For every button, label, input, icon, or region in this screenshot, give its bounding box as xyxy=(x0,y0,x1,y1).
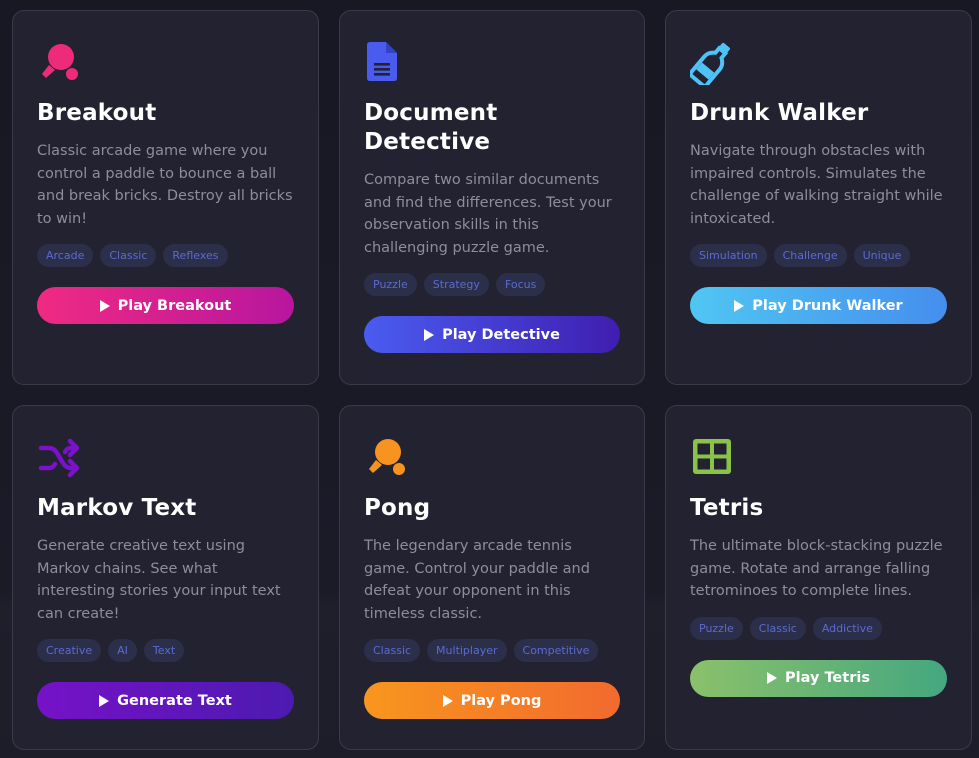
tag: Challenge xyxy=(773,244,847,267)
card-title: Pong xyxy=(364,495,431,521)
game-card-drunk-walker: Drunk Walker Navigate through obstacles … xyxy=(665,10,972,385)
play-icon xyxy=(442,694,453,707)
card-description: The legendary arcade tennis game. Contro… xyxy=(364,538,590,622)
tag: Multiplayer xyxy=(427,639,507,662)
card-title: Drunk Walker xyxy=(690,100,869,126)
play-drunk-walker-button[interactable]: Play Drunk Walker xyxy=(690,287,947,324)
generate-text-button[interactable]: Generate Text xyxy=(37,682,294,719)
tag: AI xyxy=(108,639,137,662)
play-breakout-button[interactable]: Play Breakout xyxy=(37,287,294,324)
game-card-document-detective: Document Detective Compare two similar d… xyxy=(339,10,645,385)
ping-pong-icon xyxy=(42,44,78,80)
document-icon xyxy=(367,42,397,81)
tag-list: Arcade Classic Reflexes xyxy=(37,244,294,267)
shuffle-icon xyxy=(38,438,80,478)
tag: Arcade xyxy=(37,244,94,267)
tag: Focus xyxy=(495,273,546,296)
card-description: The ultimate block-stacking puzzle game.… xyxy=(690,538,943,599)
tag: Classic xyxy=(364,639,421,662)
tag: Competitive xyxy=(513,639,599,662)
tag: Addictive xyxy=(812,616,882,640)
tag: Unique xyxy=(853,244,911,267)
play-detective-button[interactable]: Play Detective xyxy=(364,316,620,353)
tag-list: Puzzle Strategy Focus xyxy=(364,273,620,296)
play-icon xyxy=(767,672,778,684)
play-tetris-button[interactable]: Play Tetris xyxy=(690,659,947,697)
button-label: Play Drunk Walker xyxy=(752,297,903,314)
bottle-icon xyxy=(690,42,731,85)
game-card-pong: Pong The legendary arcade tennis game. C… xyxy=(339,405,645,750)
card-title: Markov Text xyxy=(37,495,197,521)
tag: Classic xyxy=(100,244,157,267)
tag: Puzzle xyxy=(690,616,743,640)
tag: Classic xyxy=(749,616,806,640)
tag: Simulation xyxy=(690,244,767,267)
play-icon xyxy=(99,299,110,312)
card-description: Navigate through obstacles with impaired… xyxy=(690,143,943,227)
tag: Reflexes xyxy=(163,244,228,267)
tag: Text xyxy=(143,639,185,662)
card-description: Compare two similar documents and find t… xyxy=(364,172,612,256)
play-icon xyxy=(734,299,745,312)
game-card-tetris: Tetris The ultimate block-stacking puzzl… xyxy=(665,405,972,750)
card-title: Document Detective xyxy=(364,100,498,155)
button-label: Play Breakout xyxy=(117,297,232,314)
play-icon xyxy=(424,328,435,341)
button-label: Play Pong xyxy=(460,692,542,709)
tag-list: Puzzle Classic Addictive xyxy=(690,616,947,640)
card-description: Classic arcade game where you control a … xyxy=(37,143,293,227)
tag-list: Simulation Challenge Unique xyxy=(690,244,947,267)
play-icon xyxy=(99,694,110,707)
tag: Puzzle xyxy=(364,273,417,296)
button-label: Play Tetris xyxy=(785,670,870,686)
tag: Strategy xyxy=(423,273,489,296)
game-card-breakout: Breakout Classic arcade game where you c… xyxy=(12,10,319,385)
card-description: Generate creative text using Markov chai… xyxy=(37,538,281,622)
play-pong-button[interactable]: Play Pong xyxy=(364,682,620,719)
tag-list: Creative AI Text xyxy=(37,639,294,662)
grid-icon xyxy=(693,439,731,474)
card-title: Breakout xyxy=(37,100,157,126)
card-title: Tetris xyxy=(690,495,764,521)
ping-pong-icon xyxy=(369,439,405,475)
button-label: Play Detective xyxy=(442,326,560,343)
button-label: Generate Text xyxy=(117,692,232,709)
game-card-markov-text: Markov Text Generate creative text using… xyxy=(12,405,319,750)
tag: Creative xyxy=(37,639,102,662)
tag-list: Classic Multiplayer Competitive xyxy=(364,639,620,662)
